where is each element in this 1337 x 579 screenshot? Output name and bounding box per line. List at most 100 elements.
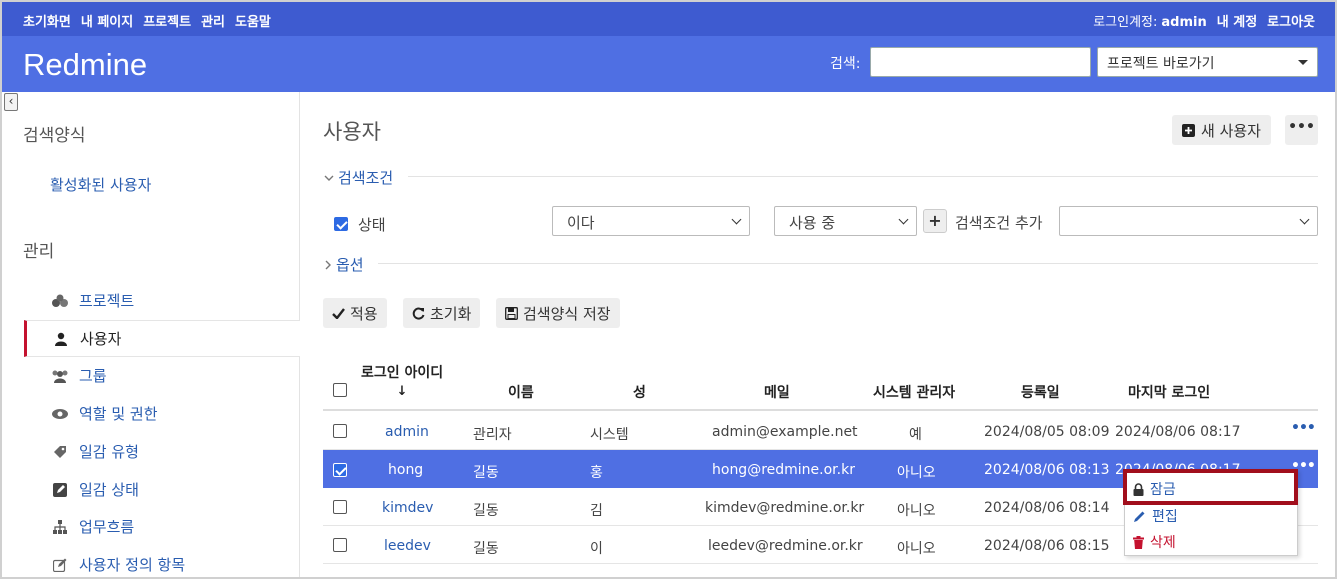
cell-admin: 예 (909, 427, 922, 443)
pencil-icon (1134, 511, 1145, 522)
app-title[interactable]: Redmine (23, 47, 147, 83)
user-login-link[interactable]: admin (385, 424, 429, 440)
check-icon (332, 307, 345, 319)
header: Redmine 검색: 프로젝트 바로가기 (2, 36, 1335, 92)
edit-square-icon (51, 482, 69, 497)
status-filter-checkbox[interactable] (334, 217, 348, 231)
cell-created: 2024/08/06 08:13 (984, 462, 1110, 478)
group-icon (51, 369, 69, 383)
cell-lastname: 홍 (590, 465, 603, 481)
cell-firstname: 관리자 (473, 427, 512, 443)
select-all-checkbox[interactable] (333, 383, 347, 397)
new-user-button[interactable]: 새 사용자 (1172, 115, 1271, 145)
chevron-right-icon (325, 260, 331, 269)
divider (378, 263, 1318, 264)
sidebar: ‹ 검색양식 활성화된 사용자 관리 프로젝트 사용자 그룹 역할 및 권한 일… (2, 92, 300, 577)
user-login-link[interactable]: kimdev (382, 500, 433, 516)
save-query-button[interactable]: 검색양식 저장 (496, 298, 620, 328)
more-actions-button[interactable]: ••• (1285, 115, 1318, 145)
cell-mail: hong@redmine.or.kr (712, 462, 855, 478)
cell-firstname: 길동 (473, 503, 499, 519)
sidebar-item-label: 업무흐름 (79, 518, 135, 536)
sidebar-item-label: 프로젝트 (79, 292, 135, 310)
clear-button[interactable]: 초기화 (403, 298, 481, 328)
search-input[interactable] (870, 47, 1091, 77)
context-edit-item[interactable]: 편집 (1133, 506, 1178, 526)
col-created[interactable]: 등록일 (1021, 382, 1060, 402)
cell-created: 2024/08/05 08:09 (984, 424, 1110, 440)
logout-link[interactable]: 로그아웃 (1267, 11, 1315, 30)
sidebar-item-workflows[interactable]: 업무흐름 (24, 508, 300, 545)
status-operator-select[interactable]: 이다 (552, 206, 750, 236)
queries-heading: 검색양식 (23, 126, 86, 146)
cell-lastname: 시스템 (590, 427, 629, 443)
cell-admin: 아니오 (897, 541, 936, 557)
eye-icon (51, 408, 69, 419)
cell-lastname: 김 (590, 503, 603, 519)
sidebar-item-trackers[interactable]: 일감 유형 (24, 433, 300, 470)
top-menu: 초기화면 내 페이지 프로젝트 관리 도움말 로그인계정: admin 내 계정… (2, 2, 1335, 36)
filters-toggle[interactable]: 검색조건 (324, 167, 393, 188)
user-login-link[interactable]: leedev (384, 538, 431, 554)
menu-home[interactable]: 초기화면 (23, 11, 71, 30)
project-jump-select[interactable]: 프로젝트 바로가기 (1097, 47, 1318, 77)
logged-in-user[interactable]: admin (1161, 15, 1206, 30)
row-checkbox[interactable] (333, 500, 347, 514)
my-account-link[interactable]: 내 계정 (1217, 11, 1257, 30)
context-delete-item[interactable]: 삭제 (1133, 532, 1176, 552)
menu-my-page[interactable]: 내 페이지 (81, 11, 133, 30)
col-login[interactable]: 로그인 아이디 ↓ (361, 362, 443, 399)
col-mail[interactable]: 메일 (764, 382, 790, 402)
sidebar-item-label: 역할 및 권한 (79, 405, 158, 423)
sidebar-item-label: 사용자 정의 항목 (79, 556, 186, 574)
sort-desc-icon: ↓ (396, 384, 408, 399)
cell-last-login: 2024/08/06 08:17 (1115, 424, 1241, 440)
cell-created: 2024/08/06 08:14 (984, 500, 1110, 516)
filters-legend: 검색조건 (338, 169, 394, 187)
table-row[interactable]: admin 관리자 시스템 admin@example.net 예 2024/0… (323, 412, 1318, 450)
row-actions-icon[interactable]: ••• (1291, 420, 1316, 436)
collapse-sidebar-icon[interactable]: ‹ (4, 93, 18, 111)
add-filter-select[interactable] (1059, 206, 1318, 236)
projects-icon (51, 294, 69, 308)
status-filter-label: 상태 (358, 216, 386, 234)
row-checkbox[interactable] (333, 463, 347, 477)
sidebar-item-users[interactable]: 사용자 (24, 320, 300, 357)
cell-firstname: 길동 (473, 465, 499, 481)
chevron-down-icon (1299, 214, 1310, 225)
chevron-down-icon (324, 175, 334, 181)
sidebar-item-groups[interactable]: 그룹 (24, 357, 300, 394)
col-last-login[interactable]: 마지막 로그인 (1128, 382, 1210, 402)
toggle-multiselect-button[interactable]: + (923, 209, 947, 233)
sidebar-item-label: 사용자 (80, 330, 122, 348)
admin-heading: 관리 (23, 242, 55, 262)
active-users-link[interactable]: 활성화된 사용자 (50, 174, 151, 195)
refresh-icon (412, 307, 425, 319)
trash-icon (1133, 535, 1144, 549)
row-checkbox[interactable] (333, 424, 347, 438)
apply-button[interactable]: 적용 (323, 298, 387, 328)
table-header: 로그인 아이디 ↓ 이름 성 메일 시스템 관리자 등록일 마지막 로그인 (323, 355, 1318, 411)
menu-help[interactable]: 도움말 (235, 11, 271, 30)
status-value-select[interactable]: 사용 중 (774, 206, 917, 236)
new-user-label: 새 사용자 (1201, 121, 1261, 140)
col-firstname[interactable]: 이름 (508, 382, 534, 402)
sidebar-item-issue-statuses[interactable]: 일감 상태 (24, 471, 300, 508)
highlight-box (1123, 469, 1298, 505)
options-toggle[interactable]: 옵션 (324, 254, 364, 275)
cell-created: 2024/08/06 08:15 (984, 538, 1110, 554)
col-admin[interactable]: 시스템 관리자 (873, 382, 955, 402)
menu-projects[interactable]: 프로젝트 (143, 11, 191, 30)
user-login-link[interactable]: hong (388, 462, 423, 478)
logged-in-label: 로그인계정: (1093, 15, 1158, 30)
sidebar-item-projects[interactable]: 프로젝트 (24, 282, 300, 319)
sidebar-item-custom-fields[interactable]: 사용자 정의 항목 (24, 546, 300, 577)
sidebar-item-roles[interactable]: 역할 및 권한 (24, 395, 300, 432)
sidebar-item-label: 일감 상태 (79, 481, 139, 499)
search-label: 검색: (830, 56, 861, 72)
user-icon (52, 332, 70, 346)
menu-admin[interactable]: 관리 (201, 11, 225, 30)
col-lastname[interactable]: 성 (633, 382, 646, 402)
plus-square-icon (1182, 123, 1195, 137)
row-checkbox[interactable] (333, 538, 347, 552)
